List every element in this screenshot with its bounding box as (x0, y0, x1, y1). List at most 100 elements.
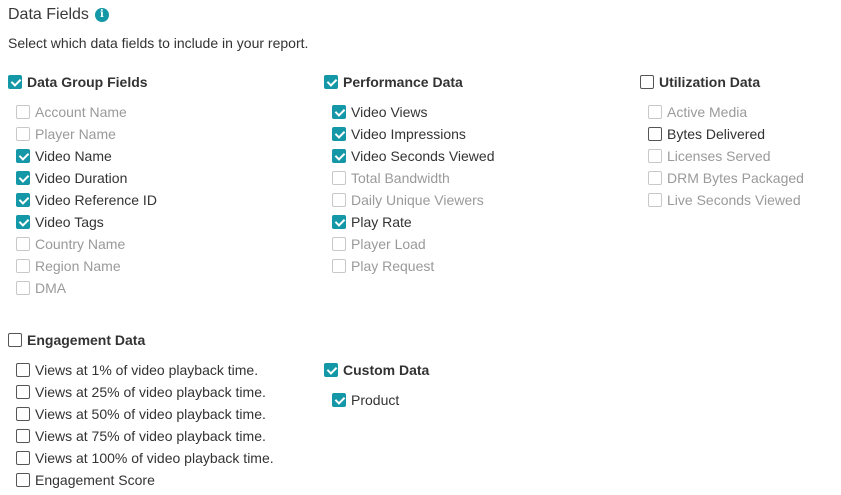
field-option-label: Player Name (35, 126, 116, 142)
field-option-video-seconds-viewed[interactable]: Video Seconds Viewed (332, 145, 494, 167)
data-group-fields-items: Account Name Player Name Video Name Video D… (8, 101, 157, 299)
performance-data-checkbox[interactable] (324, 75, 338, 89)
field-option-label: Views at 75% of video playback time. (35, 428, 266, 444)
video-tags-checkbox[interactable] (16, 215, 30, 229)
field-option-label: Video Name (35, 148, 112, 164)
daily-unique-viewers-checkbox (332, 193, 346, 207)
field-option-daily-unique-viewers: Daily Unique Viewers (332, 189, 494, 211)
engagement-data-header[interactable]: Engagement Data (8, 329, 274, 351)
utilization-data-group: Utilization Data Active Media Bytes Delive… (640, 71, 804, 211)
play-request-checkbox (332, 259, 346, 273)
field-option-play-rate[interactable]: Play Rate (332, 211, 494, 233)
active-media-checkbox (648, 105, 662, 119)
field-option-video-views[interactable]: Video Views (332, 101, 494, 123)
data-group-fields-header[interactable]: Data Group Fields (8, 71, 157, 93)
custom-data-header[interactable]: Custom Data (324, 359, 429, 381)
section-header: Data Fields i (8, 4, 109, 26)
engagement-data-checkbox[interactable] (8, 333, 22, 347)
field-option-views-at-1pct-of-video-playback-time[interactable]: Views at 1% of video playback time. (16, 359, 274, 381)
data-group-fields-group: Data Group Fields Account Name Player Name… (8, 71, 157, 299)
utilization-data-items: Active Media Bytes Delivered Licenses Serv… (640, 101, 804, 211)
play-rate-checkbox[interactable] (332, 215, 346, 229)
field-option-label: Bytes Delivered (667, 126, 766, 142)
field-option-label: DMA (35, 280, 67, 296)
field-option-label: Region Name (35, 258, 121, 274)
field-option-views-at-100pct-of-video-playback-time[interactable]: Views at 100% of video playback time. (16, 447, 274, 469)
engagement-data-items: Views at 1% of video playback time. Views… (8, 359, 274, 491)
field-option-player-load: Player Load (332, 233, 494, 255)
custom-data-group: Custom Data Product (324, 359, 429, 411)
utilization-data-header[interactable]: Utilization Data (640, 71, 804, 93)
field-option-views-at-25pct-of-video-playback-time[interactable]: Views at 25% of video playback time. (16, 381, 274, 403)
field-option-label: Engagement Score (35, 472, 155, 488)
bytes-delivered-checkbox[interactable] (648, 127, 662, 141)
video-name-checkbox[interactable] (16, 149, 30, 163)
field-option-label: Video Duration (35, 170, 128, 186)
data-group-fields-checkbox[interactable] (8, 75, 22, 89)
field-option-video-reference-id[interactable]: Video Reference ID (16, 189, 157, 211)
views-at-1pct-of-video-playback-time-checkbox[interactable] (16, 363, 30, 377)
field-option-engagement-score[interactable]: Engagement Score (16, 469, 274, 491)
field-option-label: Active Media (667, 104, 748, 120)
performance-data-header[interactable]: Performance Data (324, 71, 494, 93)
performance-data-items: Video Views Video Impressions Video Second… (324, 101, 494, 277)
video-reference-id-checkbox[interactable] (16, 193, 30, 207)
field-option-active-media: Active Media (648, 101, 804, 123)
field-option-label: Video Tags (35, 214, 104, 230)
video-seconds-viewed-checkbox[interactable] (332, 149, 346, 163)
engagement-score-checkbox[interactable] (16, 473, 30, 487)
field-option-account-name: Account Name (16, 101, 157, 123)
field-option-bytes-delivered[interactable]: Bytes Delivered (648, 123, 804, 145)
player-load-checkbox (332, 237, 346, 251)
field-option-live-seconds-viewed: Live Seconds Viewed (648, 189, 804, 211)
field-option-player-name: Player Name (16, 123, 157, 145)
video-duration-checkbox[interactable] (16, 171, 30, 185)
field-option-play-request: Play Request (332, 255, 494, 277)
field-option-video-name[interactable]: Video Name (16, 145, 157, 167)
field-option-label: Views at 25% of video playback time. (35, 384, 266, 400)
field-option-label: Views at 100% of video playback time. (35, 450, 274, 466)
field-option-video-impressions[interactable]: Video Impressions (332, 123, 494, 145)
group-title: Custom Data (343, 362, 430, 378)
field-option-video-tags[interactable]: Video Tags (16, 211, 157, 233)
field-option-label: Views at 50% of video playback time. (35, 406, 266, 422)
field-option-label: Total Bandwidth (351, 170, 450, 186)
views-at-100pct-of-video-playback-time-checkbox[interactable] (16, 451, 30, 465)
field-option-label: Live Seconds Viewed (667, 192, 801, 208)
field-option-label: Account Name (35, 104, 127, 120)
views-at-25pct-of-video-playback-time-checkbox[interactable] (16, 385, 30, 399)
field-option-drm-bytes-packaged: DRM Bytes Packaged (648, 167, 804, 189)
field-option-label: Video Seconds Viewed (351, 148, 495, 164)
field-option-label: DRM Bytes Packaged (667, 170, 804, 186)
live-seconds-viewed-checkbox (648, 193, 662, 207)
player-name-checkbox (16, 127, 30, 141)
field-option-label: Video Views (351, 104, 428, 120)
dma-checkbox (16, 281, 30, 295)
views-at-75pct-of-video-playback-time-checkbox[interactable] (16, 429, 30, 443)
field-option-views-at-50pct-of-video-playback-time[interactable]: Views at 50% of video playback time. (16, 403, 274, 425)
field-option-video-duration[interactable]: Video Duration (16, 167, 157, 189)
field-option-label: Views at 1% of video playback time. (35, 362, 259, 378)
drm-bytes-packaged-checkbox (648, 171, 662, 185)
video-views-checkbox[interactable] (332, 105, 346, 119)
custom-data-checkbox[interactable] (324, 363, 338, 377)
group-title: Engagement Data (27, 332, 146, 348)
utilization-data-checkbox[interactable] (640, 75, 654, 89)
custom-data-items: Product (324, 389, 429, 411)
field-option-views-at-75pct-of-video-playback-time[interactable]: Views at 75% of video playback time. (16, 425, 274, 447)
field-option-region-name: Region Name (16, 255, 157, 277)
video-impressions-checkbox[interactable] (332, 127, 346, 141)
info-icon[interactable]: i (94, 8, 109, 22)
page-title: Data Fields (8, 6, 89, 23)
field-option-dma: DMA (16, 277, 157, 299)
field-option-label: Product (351, 392, 400, 408)
product-checkbox[interactable] (332, 393, 346, 407)
field-option-total-bandwidth: Total Bandwidth (332, 167, 494, 189)
group-title: Performance Data (343, 74, 463, 90)
field-option-product[interactable]: Product (332, 389, 429, 411)
region-name-checkbox (16, 259, 30, 273)
country-name-checkbox (16, 237, 30, 251)
views-at-50pct-of-video-playback-time-checkbox[interactable] (16, 407, 30, 421)
field-option-country-name: Country Name (16, 233, 157, 255)
field-option-label: Player Load (351, 236, 426, 252)
